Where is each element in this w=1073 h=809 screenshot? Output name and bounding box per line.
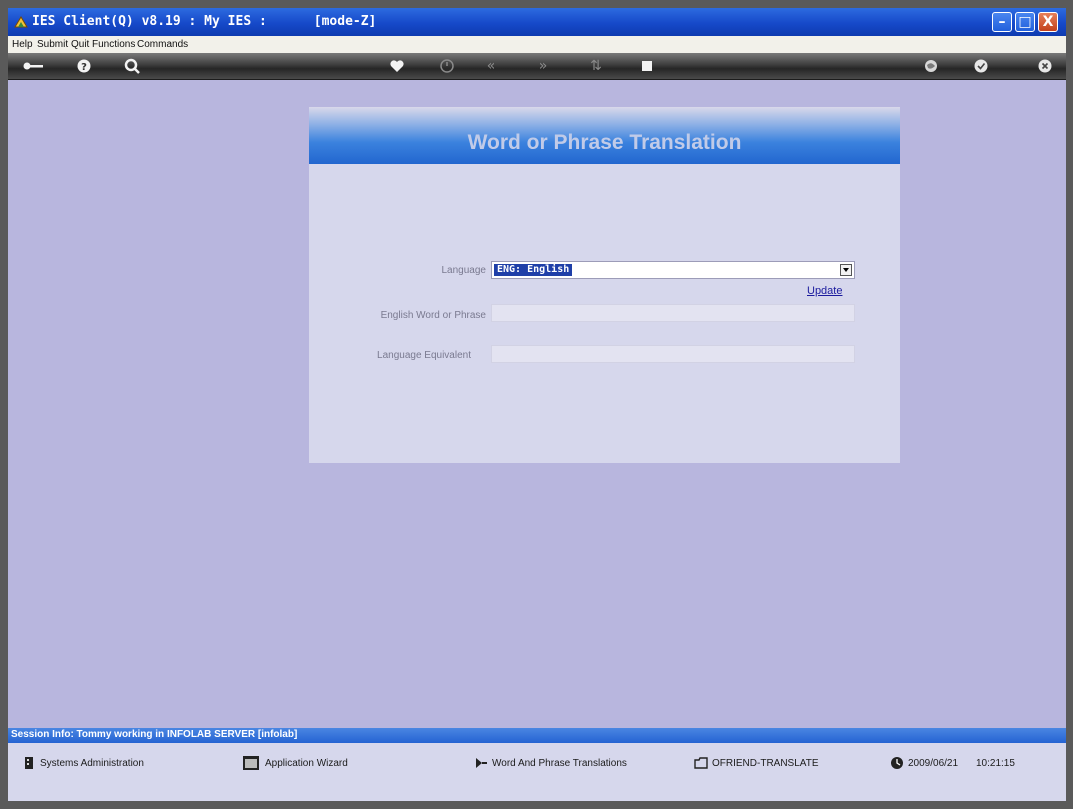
language-equivalent-input[interactable] (491, 345, 855, 363)
language-label: Language (441, 265, 487, 276)
rewind-icon[interactable]: « (481, 56, 501, 76)
stop-icon[interactable] (637, 56, 657, 76)
taskbar-item-label: Word And Phrase Translations (492, 758, 627, 769)
clock-icon[interactable] (437, 56, 457, 76)
menu-functions[interactable]: Functions (92, 39, 135, 50)
globe-icon[interactable] (921, 56, 941, 76)
menu-quit[interactable]: Quit (71, 39, 89, 50)
language-equivalent-label: Language Equivalent (377, 350, 471, 361)
menu-commands[interactable]: Commands (137, 39, 188, 50)
title-bar: IES Client(Q) v8.19 : My IES : [mode-Z] … (8, 8, 1066, 36)
language-select[interactable]: ENG: English (491, 261, 855, 279)
clock-icon (891, 757, 903, 769)
search-icon[interactable] (122, 56, 142, 76)
check-icon[interactable] (971, 56, 991, 76)
maximize-button[interactable]: □ (1015, 12, 1035, 32)
app-icon (14, 16, 28, 28)
update-link[interactable]: Update (807, 285, 842, 297)
translation-form-panel: Word or Phrase Translation Language ENG:… (309, 107, 900, 463)
svg-text:?: ? (81, 62, 87, 73)
form-title: Word or Phrase Translation (467, 131, 742, 154)
form-header: Word or Phrase Translation (309, 107, 900, 164)
sort-icon[interactable]: ⇅ (586, 56, 606, 76)
taskbar-item-label: Systems Administration (40, 758, 144, 769)
minimize-button[interactable]: – (992, 12, 1012, 32)
taskbar-item-label: OFRIEND-TRANSLATE (712, 758, 819, 769)
language-selected-value: ENG: English (494, 264, 573, 276)
forward-icon[interactable]: » (533, 56, 553, 76)
taskbar-item-label: Application Wizard (265, 758, 348, 769)
session-info-bar: Session Info: Tommy working in INFOLAB S… (8, 728, 1066, 743)
window-title: IES Client(Q) v8.19 : My IES : [mode-Z] (32, 14, 377, 29)
taskbar: Systems Administration Application Wizar… (8, 743, 1066, 801)
building-icon (25, 757, 33, 769)
toolbar: ? « » ⇅ (8, 53, 1066, 80)
close-window-button[interactable]: X (1038, 12, 1058, 32)
heart-icon[interactable] (387, 56, 407, 76)
app-window: IES Client(Q) v8.19 : My IES : [mode-Z] … (8, 8, 1066, 801)
english-word-label: English Word or Phrase (380, 310, 486, 321)
menu-help[interactable]: Help (12, 39, 33, 50)
menu-bar: Help Submit Quit Functions Commands (8, 36, 1066, 53)
key-icon[interactable] (22, 56, 44, 76)
window-icon (243, 756, 259, 770)
english-word-input[interactable] (491, 304, 855, 322)
close-icon[interactable] (1035, 56, 1055, 76)
folder-icon (694, 757, 708, 769)
session-info-text: Session Info: Tommy working in INFOLAB S… (11, 729, 298, 740)
help-icon[interactable]: ? (74, 56, 94, 76)
time-text: 10:21:15 (976, 758, 1015, 769)
menu-submit[interactable]: Submit (37, 39, 68, 50)
date-text: 2009/06/21 (908, 758, 959, 769)
translate-icon (476, 758, 487, 768)
chevron-down-icon[interactable] (840, 264, 852, 276)
